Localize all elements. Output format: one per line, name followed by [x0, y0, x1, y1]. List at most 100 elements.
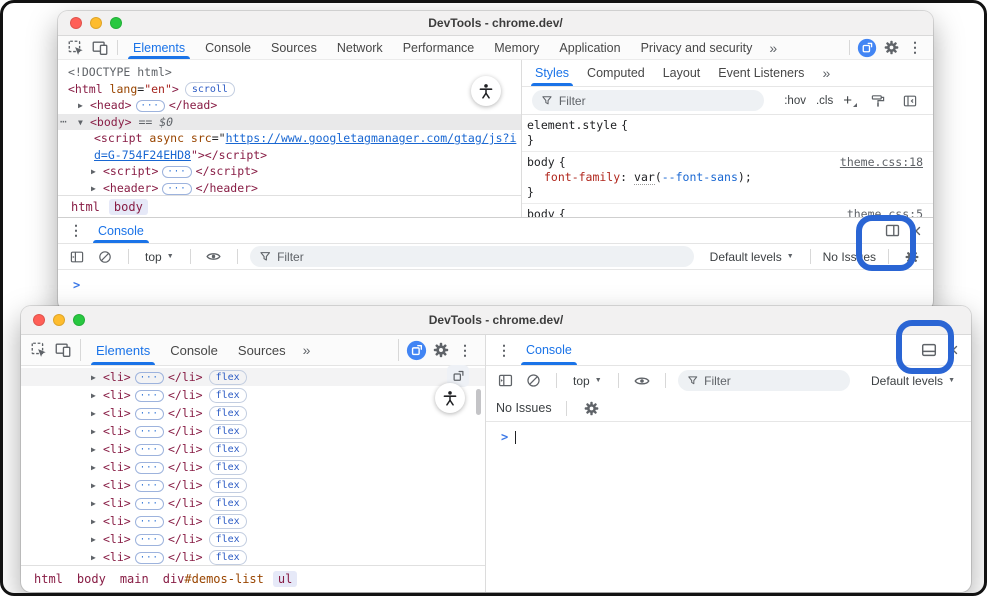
console-prompt[interactable]: > — [58, 270, 933, 292]
live-expression-eye-icon[interactable] — [203, 248, 225, 265]
expand-children-dots-icon[interactable]: ··· — [162, 166, 191, 178]
node-menu-dots-icon[interactable]: ⋯ — [60, 114, 66, 131]
expand-children-dots-icon[interactable]: ··· — [135, 426, 164, 438]
tree-node-li[interactable]: ▶<li>···</li>flex — [21, 530, 485, 548]
settings-gear-icon[interactable] — [879, 36, 903, 59]
log-levels-dropdown[interactable]: Default levels▼ — [706, 250, 798, 264]
log-levels-dropdown[interactable]: Default levels▼ — [867, 374, 959, 388]
close-panel-icon[interactable] — [941, 335, 965, 365]
expand-arrow-icon[interactable]: ▶ — [91, 513, 103, 531]
inspect-element-icon[interactable] — [64, 36, 88, 59]
tree-node-li[interactable]: ▶<li>···</li>flex — [21, 476, 485, 494]
toggle-element-state-button[interactable]: :hov — [784, 95, 806, 107]
tree-node-script[interactable]: ▶<script>···</script> — [58, 163, 521, 180]
issues-counter[interactable]: No Issues — [496, 401, 552, 415]
toggle-sidebar-icon[interactable] — [899, 93, 921, 109]
scroll-badge[interactable]: scroll — [185, 82, 235, 97]
tree-node-body-selected[interactable]: ⋯▼<body> == $0 — [58, 114, 521, 131]
accessibility-person-icon[interactable] — [471, 76, 501, 106]
breadcrumb-body[interactable]: body — [72, 571, 111, 587]
expand-arrow-icon[interactable]: ▶ — [91, 549, 103, 565]
tree-node-gtm-script-wrap[interactable]: d=G-754F24EHD8"></script> — [58, 147, 521, 164]
scrollbar-thumb[interactable] — [476, 389, 481, 415]
style-rule-body-theme5[interactable]: body{theme.css:5 — [522, 204, 933, 217]
dock-state-blue-icon[interactable] — [855, 36, 879, 59]
tree-node-li[interactable]: ▶<li>···</li>flex — [21, 422, 485, 440]
expand-children-dots-icon[interactable]: ··· — [136, 100, 165, 112]
panel-menu-kebab-icon[interactable]: ⋮ — [492, 335, 516, 365]
css-property-name[interactable]: font-family — [544, 170, 620, 184]
issues-counter[interactable]: No Issues — [823, 250, 876, 264]
styles-filter-field[interactable] — [559, 94, 755, 108]
console-sidebar-icon[interactable] — [494, 372, 516, 389]
expand-children-dots-icon[interactable]: ··· — [135, 390, 164, 402]
collapse-arrow-icon[interactable]: ▼ — [78, 115, 90, 132]
tab-sources[interactable]: Sources — [228, 335, 296, 365]
expand-arrow-icon[interactable]: ▶ — [91, 531, 103, 549]
tree-node-li[interactable]: ▶<li>···</li>flex — [21, 494, 485, 512]
minimize-traffic-light[interactable] — [90, 17, 102, 29]
tree-node-li[interactable]: ▶<li>···</li>flex — [21, 440, 485, 458]
tree-node-li[interactable]: ▶<li>···</li>flex — [21, 386, 485, 404]
inspect-element-icon[interactable] — [27, 335, 51, 365]
tab-console[interactable]: Console — [195, 36, 261, 59]
expand-arrow-icon[interactable]: ▶ — [91, 164, 103, 181]
drawer-menu-kebab-icon[interactable]: ⋮ — [64, 218, 88, 243]
expand-arrow-icon[interactable]: ▶ — [91, 459, 103, 477]
titlebar[interactable]: DevTools - chrome.dev/ — [21, 306, 971, 335]
clear-console-icon[interactable] — [94, 249, 116, 265]
breadcrumb-html[interactable]: html — [29, 571, 68, 587]
more-tabs-chevron-icon[interactable]: » — [296, 335, 318, 365]
tab-application[interactable]: Application — [549, 36, 630, 59]
execution-context-dropdown[interactable]: top▼ — [141, 250, 178, 264]
close-traffic-light[interactable] — [33, 314, 45, 326]
expand-children-dots-icon[interactable]: ··· — [135, 516, 164, 528]
expand-arrow-icon[interactable]: ▶ — [78, 98, 90, 115]
tab-privacy-and-security[interactable]: Privacy and security — [631, 36, 763, 59]
tree-node-gtm-script[interactable]: <script async src="https://www.googletag… — [58, 130, 521, 147]
expand-arrow-icon[interactable]: ▶ — [91, 387, 103, 405]
console-sidebar-icon[interactable] — [66, 249, 88, 265]
css-variable-name[interactable]: --font-sans — [662, 170, 738, 184]
tab-styles[interactable]: Styles — [526, 60, 578, 86]
zoom-traffic-light[interactable] — [110, 17, 122, 29]
flex-badge[interactable]: flex — [209, 388, 247, 403]
script-src-link[interactable]: https://www.googletagmanager.com/gtag/js… — [226, 131, 517, 145]
expand-arrow-icon[interactable]: ▶ — [91, 405, 103, 423]
execution-context-dropdown[interactable]: top▼ — [569, 374, 606, 388]
close-drawer-icon[interactable] — [904, 218, 928, 243]
zoom-traffic-light[interactable] — [73, 314, 85, 326]
flex-badge[interactable]: flex — [209, 532, 247, 547]
tree-node-li[interactable]: ▶<li>···</li>flex — [21, 512, 485, 530]
flex-badge[interactable]: flex — [209, 496, 247, 511]
new-style-rule-plus-icon[interactable]: + — [843, 92, 857, 109]
tree-node-head[interactable]: ▶<head>···</head> — [58, 97, 521, 114]
titlebar[interactable]: DevTools - chrome.dev/ — [58, 11, 933, 36]
style-rule-body-theme18[interactable]: body{theme.css:18 font-family: var(--fon… — [522, 152, 933, 204]
tab-network[interactable]: Network — [327, 36, 393, 59]
tree-node-li[interactable]: ▶<li>···</li>flex — [21, 548, 485, 565]
expand-arrow-icon[interactable]: ▶ — [91, 477, 103, 495]
flex-badge[interactable]: flex — [209, 370, 247, 385]
breadcrumb-html[interactable]: html — [66, 199, 105, 215]
tab-performance[interactable]: Performance — [393, 36, 485, 59]
console-settings-gear-icon[interactable] — [901, 249, 923, 265]
expand-children-dots-icon[interactable]: ··· — [135, 462, 164, 474]
accessibility-person-icon[interactable] — [435, 383, 465, 413]
live-expression-eye-icon[interactable] — [631, 372, 653, 390]
expand-children-dots-icon[interactable]: ··· — [162, 183, 191, 195]
tab-memory[interactable]: Memory — [484, 36, 549, 59]
tree-node-li[interactable]: ▶<li>···</li>flex — [21, 458, 485, 476]
expand-children-dots-icon[interactable]: ··· — [135, 372, 164, 384]
tab-elements[interactable]: Elements — [123, 36, 195, 59]
expand-arrow-icon[interactable]: ▶ — [91, 181, 103, 196]
tab-layout[interactable]: Layout — [654, 60, 710, 86]
flex-badge[interactable]: flex — [209, 442, 247, 457]
tree-node-li[interactable]: ▶<li>···</li>flex — [21, 404, 485, 422]
breadcrumb-main[interactable]: main — [115, 571, 154, 587]
style-rule-element-style[interactable]: element.style{ } — [522, 115, 933, 152]
script-src-link[interactable]: d=G-754F24EHD8 — [94, 148, 191, 162]
expand-arrow-icon[interactable]: ▶ — [91, 441, 103, 459]
console-filter-field[interactable] — [277, 250, 685, 264]
expand-children-dots-icon[interactable]: ··· — [135, 408, 164, 420]
